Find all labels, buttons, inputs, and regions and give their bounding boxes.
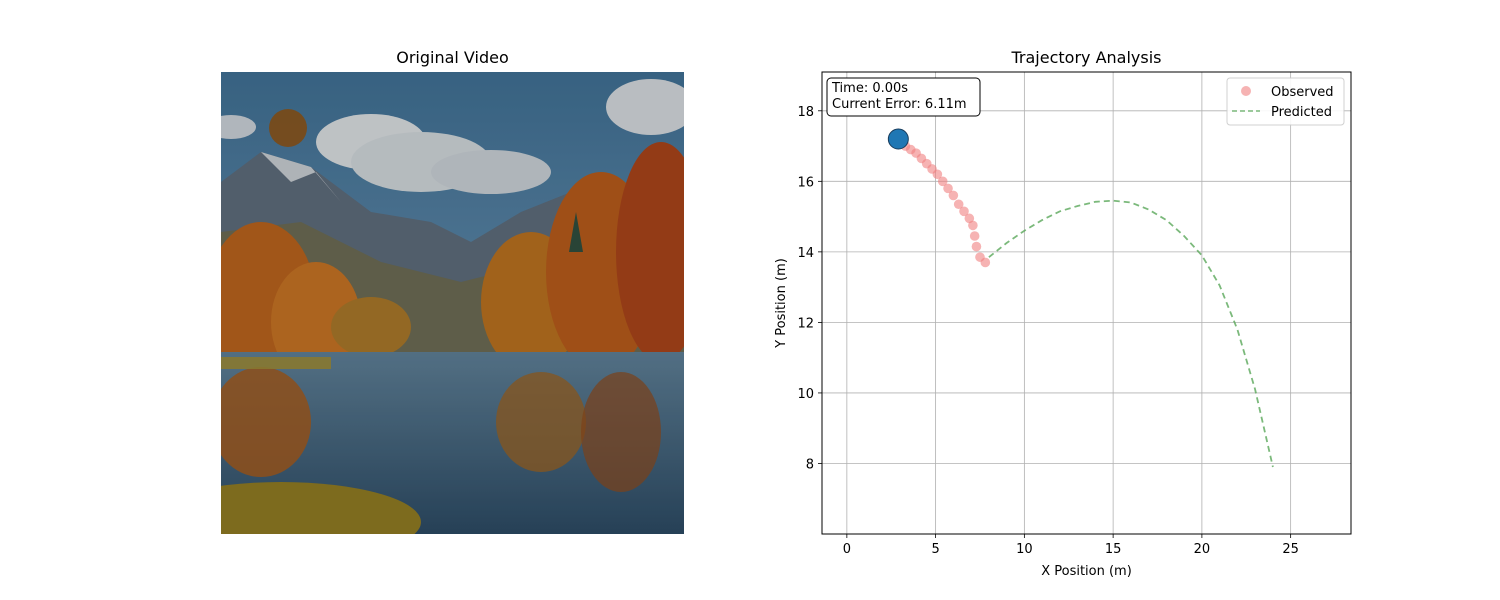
- legend-predicted-label: Predicted: [1271, 105, 1332, 120]
- y-axis-label: Y Position (m): [774, 258, 789, 349]
- y-tick-label: 8: [806, 457, 814, 472]
- legend-observed-label: Observed: [1271, 85, 1334, 100]
- x-tick-label: 10: [1016, 542, 1033, 557]
- x-tick-label: 25: [1282, 542, 1299, 557]
- observed-point: [948, 190, 959, 201]
- error-text: Current Error: 6.11m: [832, 97, 967, 112]
- y-tick-label: 12: [797, 316, 814, 331]
- y-tick-label: 14: [797, 246, 814, 261]
- annotation-box: Time: 0.00s Current Error: 6.11m: [826, 77, 981, 117]
- x-tick-label: 0: [843, 542, 851, 557]
- y-tick-label: 18: [797, 105, 814, 120]
- y-tick-label: 16: [797, 175, 814, 190]
- observed-point: [980, 257, 991, 268]
- time-text: Time: 0.00s: [831, 81, 908, 96]
- predicted-trajectory-line: [988, 199, 1274, 468]
- y-tick-label: 10: [797, 387, 814, 402]
- legend: Observed Predicted: [1226, 77, 1345, 126]
- observed-point: [968, 220, 978, 231]
- legend-observed-marker: [1241, 86, 1251, 96]
- x-axis-label: X Position (m): [1041, 564, 1132, 579]
- observed-point: [971, 241, 982, 252]
- x-tick-label: 20: [1194, 542, 1211, 557]
- x-tick-label: 15: [1105, 542, 1122, 557]
- observed-point: [969, 231, 980, 241]
- trajectory-chart: 0 5 10 15 20 25 8 10 12 14 16 18 X Position (m) Y P…: [774, 71, 1352, 579]
- current-position-marker: [887, 128, 909, 150]
- x-tick-label: 5: [931, 542, 939, 557]
